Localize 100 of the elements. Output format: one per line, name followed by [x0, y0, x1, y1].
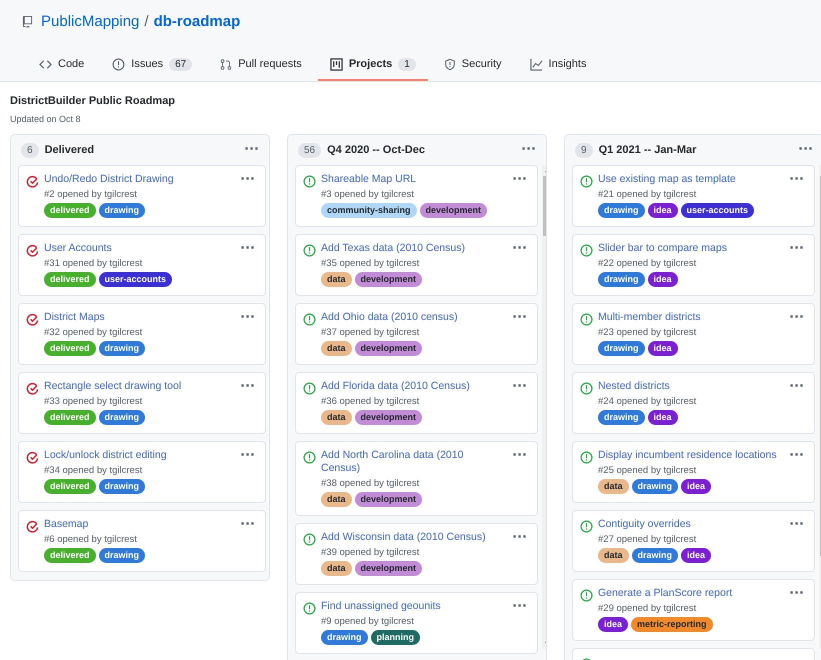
card-menu-button[interactable]: ···	[238, 243, 257, 255]
issue-label[interactable]: data	[598, 479, 629, 494]
issue-label[interactable]: data	[321, 561, 352, 576]
repo-tab[interactable]: Pull requests	[208, 49, 314, 81]
issue-label[interactable]: idea	[648, 203, 678, 218]
repo-tab[interactable]: Security	[432, 49, 514, 81]
issue-label[interactable]: development	[354, 410, 422, 425]
card-menu-button[interactable]: ···	[238, 381, 257, 393]
issue-label[interactable]: development	[354, 341, 422, 356]
card-menu-button[interactable]: ···	[238, 519, 257, 531]
issue-card[interactable]: Add Florida data (2010 Census) #36 opened by tgilcrest data development ···	[295, 372, 538, 434]
repo-tab[interactable]: Projects 1	[318, 49, 428, 81]
card-menu-button[interactable]: ···	[510, 312, 529, 324]
card-menu-button[interactable]: ···	[787, 588, 806, 600]
issue-title-link[interactable]: Add Wisconsin data (2010 Census)	[321, 531, 506, 544]
issue-label[interactable]: user-accounts	[680, 203, 754, 218]
issue-title-link[interactable]: Add Ohio data (2010 census)	[321, 311, 506, 324]
column-menu-button[interactable]: ···	[242, 144, 261, 156]
issue-card[interactable]: Multi-member districts #23 opened by tgilcrest drawing idea ···	[572, 303, 815, 365]
card-menu-button[interactable]: ···	[510, 174, 529, 186]
issue-title-link[interactable]: Basemap	[44, 518, 234, 531]
issue-label[interactable]: drawing	[598, 410, 645, 425]
card-menu-button[interactable]: ···	[238, 450, 257, 462]
card-menu-button[interactable]: ···	[238, 174, 257, 186]
issue-label[interactable]: idea	[648, 410, 678, 425]
issue-label[interactable]: data	[321, 410, 352, 425]
issue-title-link[interactable]: Undo/Redo District Drawing	[44, 173, 234, 186]
issue-label[interactable]: data	[321, 341, 352, 356]
issue-label[interactable]: data	[321, 492, 352, 507]
issue-label[interactable]: drawing	[98, 479, 146, 494]
card-menu-button[interactable]: ···	[510, 243, 529, 255]
issue-label[interactable]: drawing	[98, 341, 146, 356]
card-menu-button[interactable]: ···	[787, 174, 806, 186]
card-menu-button[interactable]: ···	[787, 381, 806, 393]
card-menu-button[interactable]: ···	[510, 601, 529, 613]
issue-title-link[interactable]: Contiguity overrides	[598, 518, 782, 531]
issue-card[interactable]: Nested districts #24 opened by tgilcrest drawing idea ···	[572, 372, 815, 434]
issue-title-link[interactable]: District Maps	[44, 311, 234, 324]
issue-title-link[interactable]: Generate a PlanScore report	[598, 587, 782, 600]
issue-label[interactable]: drawing	[632, 548, 678, 563]
issue-label[interactable]: user-accounts	[98, 272, 172, 287]
issue-label[interactable]: idea	[598, 617, 628, 632]
issue-card[interactable]: Use existing map as template #21 opened by tgilcrest drawing idea user-accounts ···	[572, 165, 815, 227]
card-menu-button[interactable]: ···	[510, 532, 529, 544]
issue-label[interactable]: drawing	[598, 341, 645, 356]
issue-title-link[interactable]: Display incumbent residence locations	[598, 449, 782, 462]
issue-label[interactable]: idea	[681, 548, 712, 563]
card-menu-button[interactable]: ···	[787, 450, 806, 462]
repo-tab[interactable]: Code	[27, 49, 96, 81]
card-menu-button[interactable]: ···	[787, 243, 806, 255]
issue-card[interactable]: User Accounts #31 opened by tgilcrest delivered user-accounts ···	[18, 234, 266, 296]
issue-label[interactable]: development	[354, 561, 422, 576]
issue-label[interactable]: idea	[681, 479, 712, 494]
issue-label[interactable]: drawing	[598, 272, 645, 287]
issue-label[interactable]: idea	[648, 341, 678, 356]
issue-title-link[interactable]: Nested districts	[598, 380, 782, 393]
issue-label[interactable]: drawing	[98, 410, 146, 425]
issue-card[interactable]: Shareable Map URL #3 opened by tgilcrest community-sharing development ···	[295, 165, 538, 227]
issue-card[interactable]: Basemap #6 opened by tgilcrest delivered drawing ···	[18, 510, 266, 572]
issue-title-link[interactable]: Use existing map as template	[598, 173, 782, 186]
issue-title-link[interactable]: Slider bar to compare maps	[598, 242, 782, 255]
card-menu-button[interactable]: ···	[238, 312, 257, 324]
issue-title-link[interactable]: User Accounts	[44, 242, 234, 255]
column-menu-button[interactable]: ···	[519, 144, 538, 156]
issue-label[interactable]: metric-reporting	[631, 617, 713, 632]
issue-card[interactable]: Contiguity overrides #27 opened by tgilcrest data drawing idea ···	[572, 510, 815, 572]
issue-label[interactable]: development	[354, 492, 422, 507]
issue-label[interactable]: community-sharing	[321, 203, 417, 218]
issue-card[interactable]: Undo/Redo District Drawing #2 opened by tgilcrest delivered drawing ···	[18, 165, 266, 227]
issue-label[interactable]: planning	[370, 630, 420, 645]
issue-label[interactable]: data	[321, 272, 352, 287]
issue-title-link[interactable]: Multi-member districts	[598, 311, 782, 324]
card-menu-button[interactable]: ···	[787, 519, 806, 531]
issue-card[interactable]: Add Texas data (2010 Census) #35 opened by tgilcrest data development ···	[295, 234, 538, 296]
issue-label[interactable]: drawing	[98, 548, 146, 563]
issue-card[interactable]: Add North Carolina data (2010 Census) #38 opened by tgilcrest data development ···	[295, 441, 538, 516]
issue-label[interactable]: drawing	[98, 203, 146, 218]
issue-title-link[interactable]: Add Florida data (2010 Census)	[321, 380, 506, 393]
issue-card[interactable]: Add Ohio data (2010 census) #37 opened by tgilcrest data development ···	[295, 303, 538, 365]
issue-card[interactable]: Display incumbent residence locations #25 opened by tgilcrest data drawing idea ···	[572, 441, 815, 503]
issue-card[interactable]: Slider bar to compare maps #22 opened by tgilcrest drawing idea ···	[572, 234, 815, 296]
issue-card[interactable]: Rectangle select drawing tool #33 opened by tgilcrest delivered drawing ···	[18, 372, 266, 434]
card-menu-button[interactable]: ···	[787, 312, 806, 324]
issue-title-link[interactable]: Find unassigned geounits	[321, 600, 506, 613]
issue-card[interactable]: Find unassigned geounits #9 opened by tgilcrest drawing planning ···	[295, 592, 538, 654]
issue-label[interactable]: drawing	[632, 479, 678, 494]
issue-title-link[interactable]: Lock/unlock district editing	[44, 449, 234, 462]
issue-label[interactable]: data	[598, 548, 629, 563]
issue-title-link[interactable]: Rectangle select drawing tool	[44, 380, 234, 393]
card-menu-button[interactable]: ···	[510, 450, 529, 462]
card-menu-button[interactable]: ···	[510, 381, 529, 393]
issue-title-link[interactable]: Shareable Map URL	[321, 173, 506, 186]
issue-title-link[interactable]: Add North Carolina data (2010 Census)	[321, 449, 506, 475]
issue-label[interactable]: drawing	[598, 203, 645, 218]
issue-label[interactable]: drawing	[321, 630, 368, 645]
repo-tab[interactable]: Insights	[518, 49, 598, 81]
issue-title-link[interactable]: Add Texas data (2010 Census)	[321, 242, 506, 255]
repo-name-link[interactable]: db-roadmap	[154, 12, 240, 30]
issue-card[interactable]: Generate a PlanScore report #29 opened by tgilcrest idea metric-reporting ···	[572, 579, 815, 641]
issue-card[interactable]: Lock/unlock district editing #34 opened by tgilcrest delivered drawing ···	[18, 441, 266, 503]
